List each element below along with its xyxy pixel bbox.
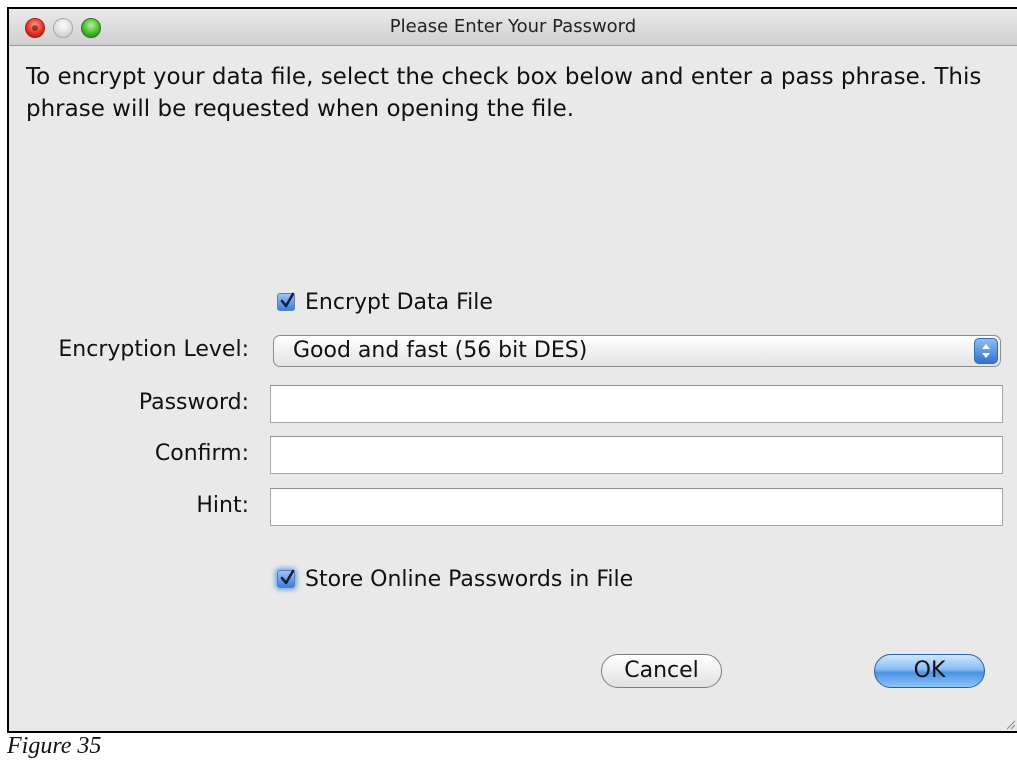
encrypt-data-file-checkbox[interactable]: Encrypt Data File <box>277 287 493 317</box>
password-dialog: Please Enter Your Password To encrypt yo… <box>7 7 1017 733</box>
stepper-arrows-icon[interactable] <box>974 338 998 364</box>
encryption-level-label: Encryption Level: <box>58 337 249 362</box>
password-field[interactable] <box>270 385 1003 423</box>
hint-label: Hint: <box>196 493 249 518</box>
ok-button[interactable]: OK <box>874 654 985 688</box>
password-label: Password: <box>138 390 249 415</box>
store-online-passwords-label[interactable]: Store Online Passwords in File <box>305 567 633 592</box>
title-bar[interactable]: Please Enter Your Password <box>9 9 1017 46</box>
encryption-level-value: Good and fast (56 bit DES) <box>293 338 588 363</box>
checkbox-checked-icon[interactable] <box>277 569 295 588</box>
store-online-passwords-checkbox[interactable]: Store Online Passwords in File <box>277 564 633 594</box>
cancel-button[interactable]: Cancel <box>601 654 722 688</box>
encryption-level-select[interactable]: Good and fast (56 bit DES) <box>273 335 1001 367</box>
window-title: Please Enter Your Password <box>389 16 637 37</box>
checkbox-checked-icon[interactable] <box>277 292 295 311</box>
figure-caption: Figure 35 <box>7 733 102 759</box>
confirm-field[interactable] <box>270 436 1003 474</box>
hint-field[interactable] <box>270 488 1003 526</box>
instructions-text: To encrypt your data file, select the ch… <box>26 64 982 122</box>
encrypt-data-file-label[interactable]: Encrypt Data File <box>305 290 493 315</box>
resize-grip-icon[interactable] <box>1004 718 1016 730</box>
confirm-label: Confirm: <box>154 441 249 466</box>
